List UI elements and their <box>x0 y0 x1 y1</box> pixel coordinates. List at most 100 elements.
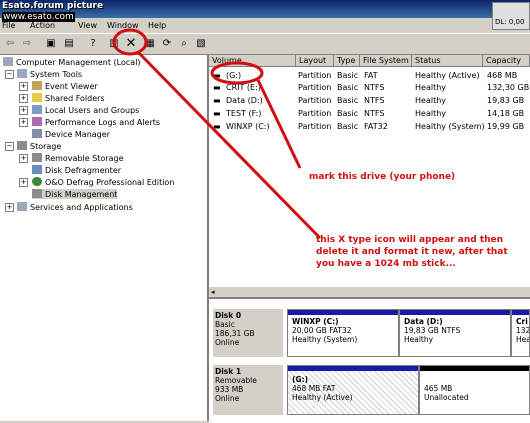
annotation-line1: this X type icon will appear and then <box>316 235 504 245</box>
row-status: Healthy (System) <box>415 122 485 131</box>
row-layout: Partition <box>298 96 332 105</box>
drive-icon: ▬ <box>213 71 221 80</box>
storage-icon <box>17 141 27 150</box>
disk0-partition-e[interactable]: Cri 132 Hea <box>511 309 530 357</box>
row-capacity: 14,18 GB <box>487 109 525 118</box>
tree-root[interactable]: Computer Management (Local) <box>3 57 141 67</box>
expand-local-users[interactable]: + <box>19 106 28 115</box>
tree-shared-folders[interactable]: Shared Folders <box>32 93 105 103</box>
tree-device-manager[interactable]: Device Manager <box>32 129 110 139</box>
menu-window[interactable]: Window <box>107 21 139 30</box>
users-icon <box>32 105 42 114</box>
disk1-size: 933 MB <box>215 385 244 394</box>
disk1-unallocated[interactable]: 465 MB Unallocated <box>419 365 530 415</box>
toolbar: ⇦ ⇨ ▣ ▤ ? ▥ ✕ ▦ ⟳ ⌕ ▧ <box>0 33 530 55</box>
disk0-partition-c[interactable]: WINXP (C:) 20,00 GB FAT32 Healthy (Syste… <box>287 309 399 357</box>
tree-removable-storage[interactable]: Removable Storage <box>32 153 124 163</box>
partition-name: Data (D:) <box>404 317 443 326</box>
unallocated-bar <box>420 366 529 371</box>
partition-status: Healthy <box>404 335 434 344</box>
disk0-size: 186,31 GB <box>215 329 255 338</box>
row-fs: FAT <box>364 71 378 80</box>
col-type[interactable]: Type <box>334 55 360 67</box>
tree-local-users[interactable]: Local Users and Groups <box>32 105 139 115</box>
tree-pane: Computer Management (Local) − System Too… <box>0 55 209 421</box>
row-volume: WINXP (C:) <box>226 122 270 131</box>
row-fs: FAT32 <box>364 122 388 131</box>
expand-services[interactable]: + <box>5 203 14 212</box>
properties-icon[interactable]: ▦ <box>143 37 157 51</box>
delete-x-icon[interactable]: ✕ <box>124 37 138 51</box>
perf-icon <box>32 117 42 126</box>
col-volume[interactable]: Volume <box>209 55 296 67</box>
help-icon[interactable]: ? <box>86 37 100 51</box>
computer-icon <box>3 57 13 66</box>
tree-storage[interactable]: Storage <box>17 141 61 151</box>
col-capacity[interactable]: Capacity <box>483 55 530 67</box>
partition-status: Healthy (System) <box>292 335 358 344</box>
oo-defrag-icon <box>32 177 42 186</box>
horizontal-scrollbar[interactable]: ◂ <box>209 287 530 297</box>
refresh-icon[interactable]: ⟳ <box>160 37 174 51</box>
dl-box: DL: 0,00 <box>492 2 530 30</box>
disk0-label[interactable]: Disk 0 Basic 186,31 GB Online <box>213 309 283 357</box>
row-type: Basic <box>337 83 359 92</box>
disk0-type: Basic <box>215 320 235 329</box>
col-status[interactable]: Status <box>412 55 483 67</box>
row-capacity: 19,99 GB <box>487 122 525 131</box>
disk0-status: Online <box>215 338 240 347</box>
row-status: Healthy (Active) <box>415 71 480 80</box>
row-capacity: 468 MB <box>487 71 518 80</box>
collapse-storage[interactable]: − <box>5 142 14 151</box>
row-type: Basic <box>337 96 359 105</box>
tools-icon <box>17 69 27 78</box>
tree-system-tools[interactable]: System Tools <box>17 69 82 79</box>
connect-icon[interactable]: ▥ <box>107 37 121 51</box>
tree-event-viewer[interactable]: Event Viewer <box>32 81 98 91</box>
disk-map-pane: Disk 0 Basic 186,31 GB Online WINXP (C:)… <box>209 297 530 423</box>
tree-disk-defragmenter[interactable]: Disk Defragmenter <box>32 165 121 175</box>
row-fs: NTFS <box>364 96 385 105</box>
disk1-type: Removable <box>215 376 257 385</box>
collapse-system-tools[interactable]: − <box>5 70 14 79</box>
annotation-mark: mark this drive (your phone) <box>309 172 456 182</box>
drive-icon: ▬ <box>213 96 221 105</box>
disk1-name: Disk 1 <box>215 367 242 376</box>
menu-file[interactable]: File <box>2 21 15 30</box>
defrag-icon <box>32 165 42 174</box>
menu-view[interactable]: View <box>78 21 97 30</box>
menu-action[interactable]: Action <box>30 21 55 30</box>
back-icon[interactable]: ⇦ <box>3 37 17 51</box>
partition-name: (G:) <box>292 375 309 384</box>
expand-perf-logs[interactable]: + <box>19 118 28 127</box>
col-layout[interactable]: Layout <box>296 55 334 67</box>
partition-bar <box>512 310 529 315</box>
expand-oo-defrag[interactable]: + <box>19 178 28 187</box>
expand-event-viewer[interactable]: + <box>19 82 28 91</box>
find-icon[interactable]: ⌕ <box>177 37 191 51</box>
col-file-system[interactable]: File System <box>360 55 412 67</box>
export-icon[interactable]: ▧ <box>194 37 208 51</box>
disk1-partition-g[interactable]: (G:) 468 MB FAT Healthy (Active) <box>287 365 419 415</box>
forward-icon[interactable]: ⇨ <box>20 37 34 51</box>
tree-oo-defrag[interactable]: O&O Defrag Professional Edition <box>32 177 174 187</box>
disk1-label[interactable]: Disk 1 Removable 933 MB Online <box>213 365 283 415</box>
removable-icon <box>32 153 42 162</box>
expand-shared-folders[interactable]: + <box>19 94 28 103</box>
row-capacity: 132,30 GB <box>487 83 530 92</box>
up-icon[interactable]: ▣ <box>44 37 58 51</box>
partition-bar <box>400 310 510 315</box>
row-fs: NTFS <box>364 109 385 118</box>
tree-services[interactable]: Services and Applications <box>17 202 133 212</box>
show-hide-tree-icon[interactable]: ▤ <box>62 37 76 51</box>
tree-disk-management[interactable]: Disk Management <box>32 189 118 199</box>
dl-text: DL: 0,00 <box>495 18 525 26</box>
menu-help[interactable]: Help <box>148 21 166 30</box>
drive-icon: ▬ <box>213 83 221 92</box>
scroll-left-icon[interactable]: ◂ <box>211 288 215 296</box>
disk0-partition-d[interactable]: Data (D:) 19,83 GB NTFS Healthy <box>399 309 511 357</box>
services-icon <box>17 202 27 211</box>
row-type: Basic <box>337 109 359 118</box>
expand-removable[interactable]: + <box>19 154 28 163</box>
tree-perf-logs[interactable]: Performance Logs and Alerts <box>32 117 160 127</box>
